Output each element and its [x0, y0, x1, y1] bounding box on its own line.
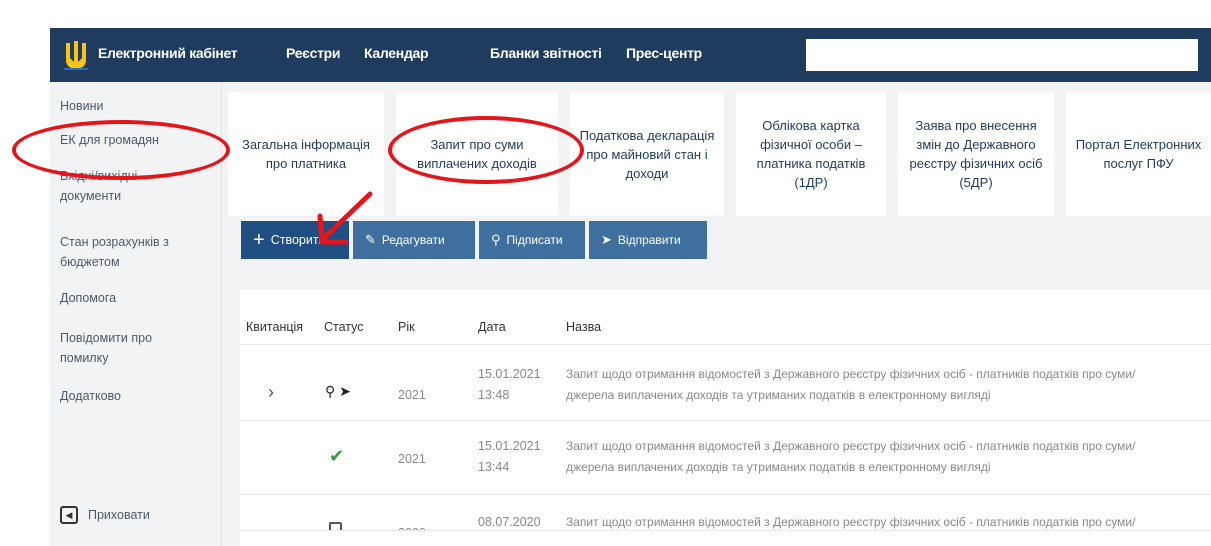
expand-row-chevron-icon[interactable]: ›: [268, 382, 274, 403]
send-button-label: Відправити: [617, 233, 681, 247]
column-header-status[interactable]: Статус: [324, 320, 364, 334]
sidebar-item-budget-status[interactable]: Стан розрахунків з бюджетом: [60, 232, 180, 272]
key-icon: ⚲: [491, 232, 501, 247]
row-year: 2021: [398, 388, 426, 402]
check-status-icon: ✔: [329, 446, 345, 466]
tile-1dr-card[interactable]: Облікова картка фізичної особи – платник…: [736, 92, 886, 216]
column-header-year[interactable]: Рік: [398, 320, 415, 334]
key-send-status-icon: ⚲ ➤: [325, 383, 351, 399]
row-title-line2[interactable]: джерела виплачених доходів та утриманих …: [566, 457, 1206, 477]
edit-button-label: Редагувати: [381, 233, 445, 247]
row-time: 13:44: [478, 460, 510, 474]
row-year: 2021: [398, 452, 426, 466]
column-header-receipt[interactable]: Квитанція: [246, 320, 303, 334]
column-header-date[interactable]: Дата: [478, 320, 506, 334]
top-navigation-bar: Електронний кабінет Реєстри Календар Бла…: [50, 28, 1211, 82]
sidebar-item-news[interactable]: Новини: [60, 96, 210, 116]
row-title-line1[interactable]: Запит щодо отримання відомостей з Держав…: [566, 436, 1206, 456]
footer-strip: [240, 530, 1211, 546]
sidebar-item-documents[interactable]: Вхідні/вихідні документи: [60, 166, 160, 206]
hide-sidebar-label: Приховати: [88, 508, 150, 522]
hide-sidebar-button[interactable]: ◀ Приховати: [60, 506, 150, 524]
collapse-left-icon: ◀: [60, 506, 78, 524]
sidebar-item-help[interactable]: Допомога: [60, 288, 210, 308]
row-date: 15.01.2021: [478, 367, 541, 381]
tile-property-declaration[interactable]: Податкова декларація про майновий стан і…: [570, 92, 724, 216]
row-divider: [240, 344, 1211, 345]
nav-registries[interactable]: Реєстри: [286, 45, 341, 61]
paper-plane-icon: ➤: [601, 232, 612, 247]
sidebar-item-additional[interactable]: Додатково: [60, 386, 210, 406]
row-divider: [240, 494, 1211, 495]
red-arrow-icon: [317, 191, 373, 245]
plus-icon: +: [253, 228, 265, 251]
sidebar: Новини ЕК для громадян Вхідні/вихідні до…: [50, 82, 222, 546]
send-button[interactable]: ➤ Відправити: [589, 221, 707, 259]
sidebar-item-ek-citizens[interactable]: ЕК для громадян: [60, 130, 210, 150]
row-divider: [240, 420, 1211, 421]
brand-title[interactable]: Електронний кабінет: [98, 45, 238, 61]
search-input[interactable]: [806, 39, 1198, 71]
nav-calendar[interactable]: Календар: [364, 45, 429, 61]
trident-logo-icon: [64, 41, 88, 70]
tile-income-request[interactable]: Запит про суми виплачених доходів: [396, 92, 558, 216]
row-date: 15.01.2021: [478, 439, 541, 453]
nav-report-forms[interactable]: Бланки звітності: [490, 45, 602, 61]
sidebar-item-report-error[interactable]: Повідомити про помилку: [60, 328, 170, 368]
documents-table: [240, 290, 1211, 546]
row-title-line1[interactable]: Запит щодо отримання відомостей з Держав…: [566, 512, 1206, 532]
nav-press-center[interactable]: Прес-центр: [626, 45, 702, 61]
tile-pfu-portal[interactable]: Портал Електронних послуг ПФУ: [1066, 92, 1211, 216]
row-time: 13:48: [478, 388, 510, 402]
row-title-line2[interactable]: джерела виплачених доходів та утриманих …: [566, 385, 1206, 405]
sign-button[interactable]: ⚲ Підписати: [479, 221, 585, 259]
tile-5dr-application[interactable]: Заява про внесення змін до Державного ре…: [898, 92, 1054, 216]
sign-button-label: Підписати: [506, 233, 563, 247]
row-title-line1[interactable]: Запит щодо отримання відомостей з Держав…: [566, 364, 1206, 384]
column-header-title[interactable]: Назва: [566, 320, 601, 334]
